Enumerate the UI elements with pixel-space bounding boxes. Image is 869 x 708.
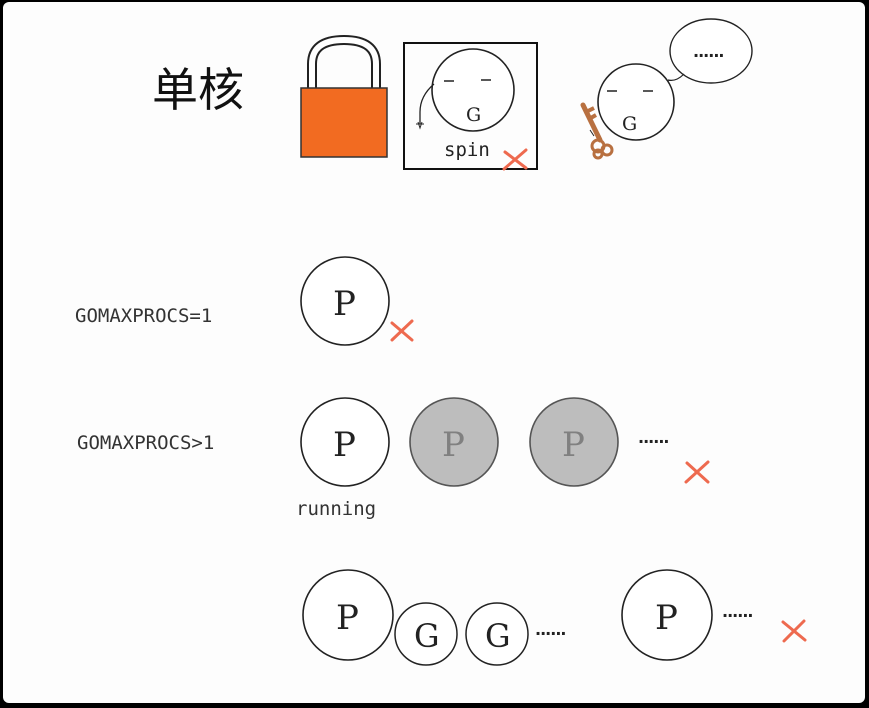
spin-label: spin bbox=[444, 139, 490, 161]
padlock-icon bbox=[300, 34, 388, 158]
gomaxprocs-many-label: GOMAXPROCS>1 bbox=[77, 432, 214, 454]
p-label: P bbox=[336, 598, 359, 638]
gomaxprocs-1-label: GOMAXPROCS=1 bbox=[75, 305, 212, 327]
p-label: P bbox=[655, 598, 678, 638]
p-label: P bbox=[442, 425, 465, 465]
g-label: G bbox=[414, 617, 440, 655]
cross-icon bbox=[502, 148, 528, 171]
ellipsis: ...... bbox=[535, 620, 565, 639]
padlock-body bbox=[300, 87, 388, 158]
spin-box: G spin bbox=[403, 42, 538, 171]
ellipsis: ...... bbox=[638, 428, 668, 447]
diagram-canvas: 单核 G spin ...... G GOMAXPROCS=1 P GOMAXP… bbox=[3, 2, 865, 703]
goroutine-icon bbox=[416, 48, 515, 132]
g-label: G bbox=[485, 617, 511, 655]
diagram-svg: 单核 G spin ...... G GOMAXPROCS=1 P GOMAXP… bbox=[75, 18, 807, 666]
cross-icon bbox=[781, 619, 807, 643]
waiting-goroutine: ...... G bbox=[580, 18, 753, 160]
spin-g-label: G bbox=[466, 104, 481, 126]
cross-icon bbox=[390, 319, 414, 342]
title: 单核 bbox=[152, 63, 244, 117]
waiting-g-label: G bbox=[622, 113, 637, 135]
p-label: P bbox=[333, 284, 356, 324]
p-label: P bbox=[333, 425, 356, 465]
cross-icon bbox=[684, 460, 710, 484]
running-label: running bbox=[296, 498, 376, 520]
ellipsis: ...... bbox=[722, 602, 752, 621]
p-label: P bbox=[562, 425, 585, 465]
bubble-text: ...... bbox=[693, 42, 723, 61]
